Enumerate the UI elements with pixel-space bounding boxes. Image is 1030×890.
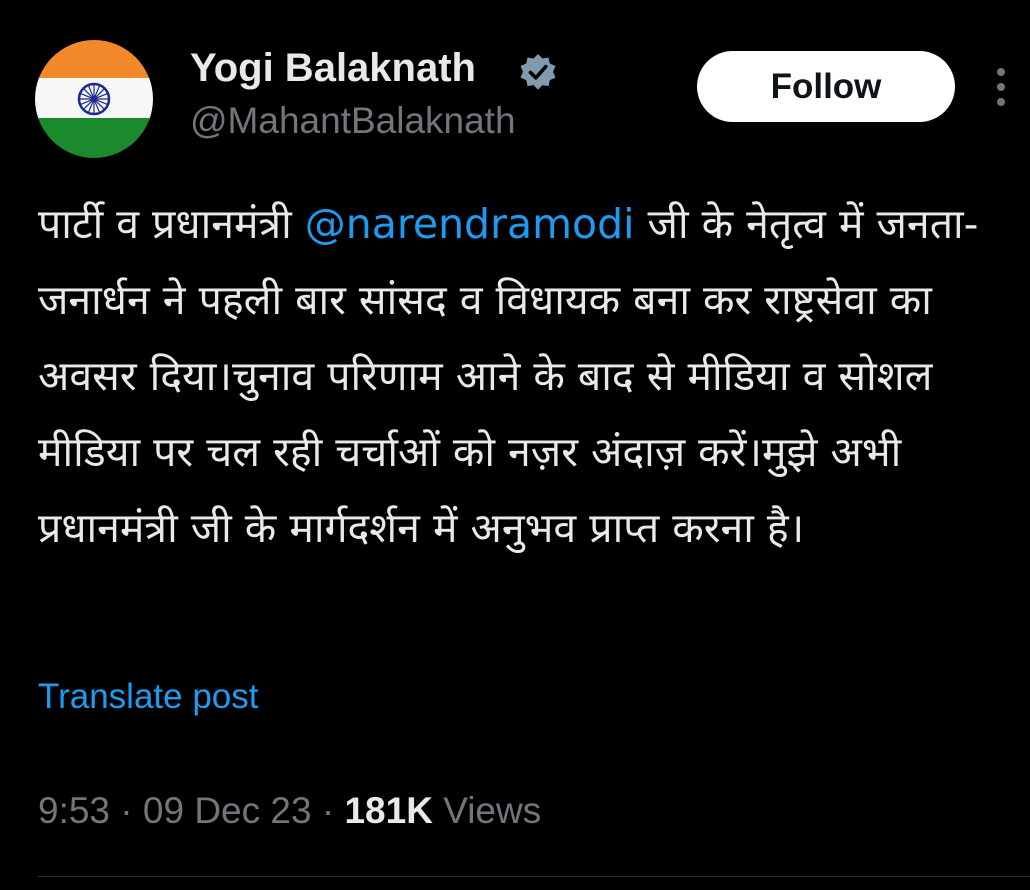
tweet-page: Yogi Balaknath @MahantBalaknath Follow प…	[0, 0, 1030, 890]
tweet-text: पार्टी व प्रधानमंत्री @narendramodi जी क…	[38, 186, 1018, 566]
views-label: Views	[432, 790, 542, 831]
translate-post-link[interactable]: Translate post	[38, 674, 258, 720]
views-count[interactable]: 181K	[344, 790, 432, 831]
user-handle[interactable]: @MahantBalaknath	[190, 98, 516, 144]
display-name[interactable]: Yogi Balaknath	[190, 44, 476, 92]
meta-separator: ·	[311, 790, 345, 831]
indian-flag-avatar-icon	[35, 40, 153, 158]
follow-button[interactable]: Follow	[697, 51, 955, 122]
tweet-text-before-mention: पार्टी व प्रधानमंत्री	[38, 200, 305, 248]
more-vertical-icon[interactable]	[990, 66, 1012, 108]
tweet-text-after-mention: जी के नेतृत्व में जनता-जनार्धन ने पहली ब…	[38, 200, 979, 552]
tweet-meta: 9:53 · 09 Dec 23 · 181K Views	[38, 788, 541, 834]
mention-link[interactable]: @narendramodi	[305, 200, 635, 248]
divider	[38, 876, 1030, 877]
avatar[interactable]	[35, 40, 153, 158]
verified-badge-icon	[520, 54, 556, 90]
meta-separator: ·	[110, 790, 143, 831]
tweet-time[interactable]: 9:53	[38, 790, 110, 831]
tweet-date[interactable]: 09 Dec 23	[143, 790, 312, 831]
